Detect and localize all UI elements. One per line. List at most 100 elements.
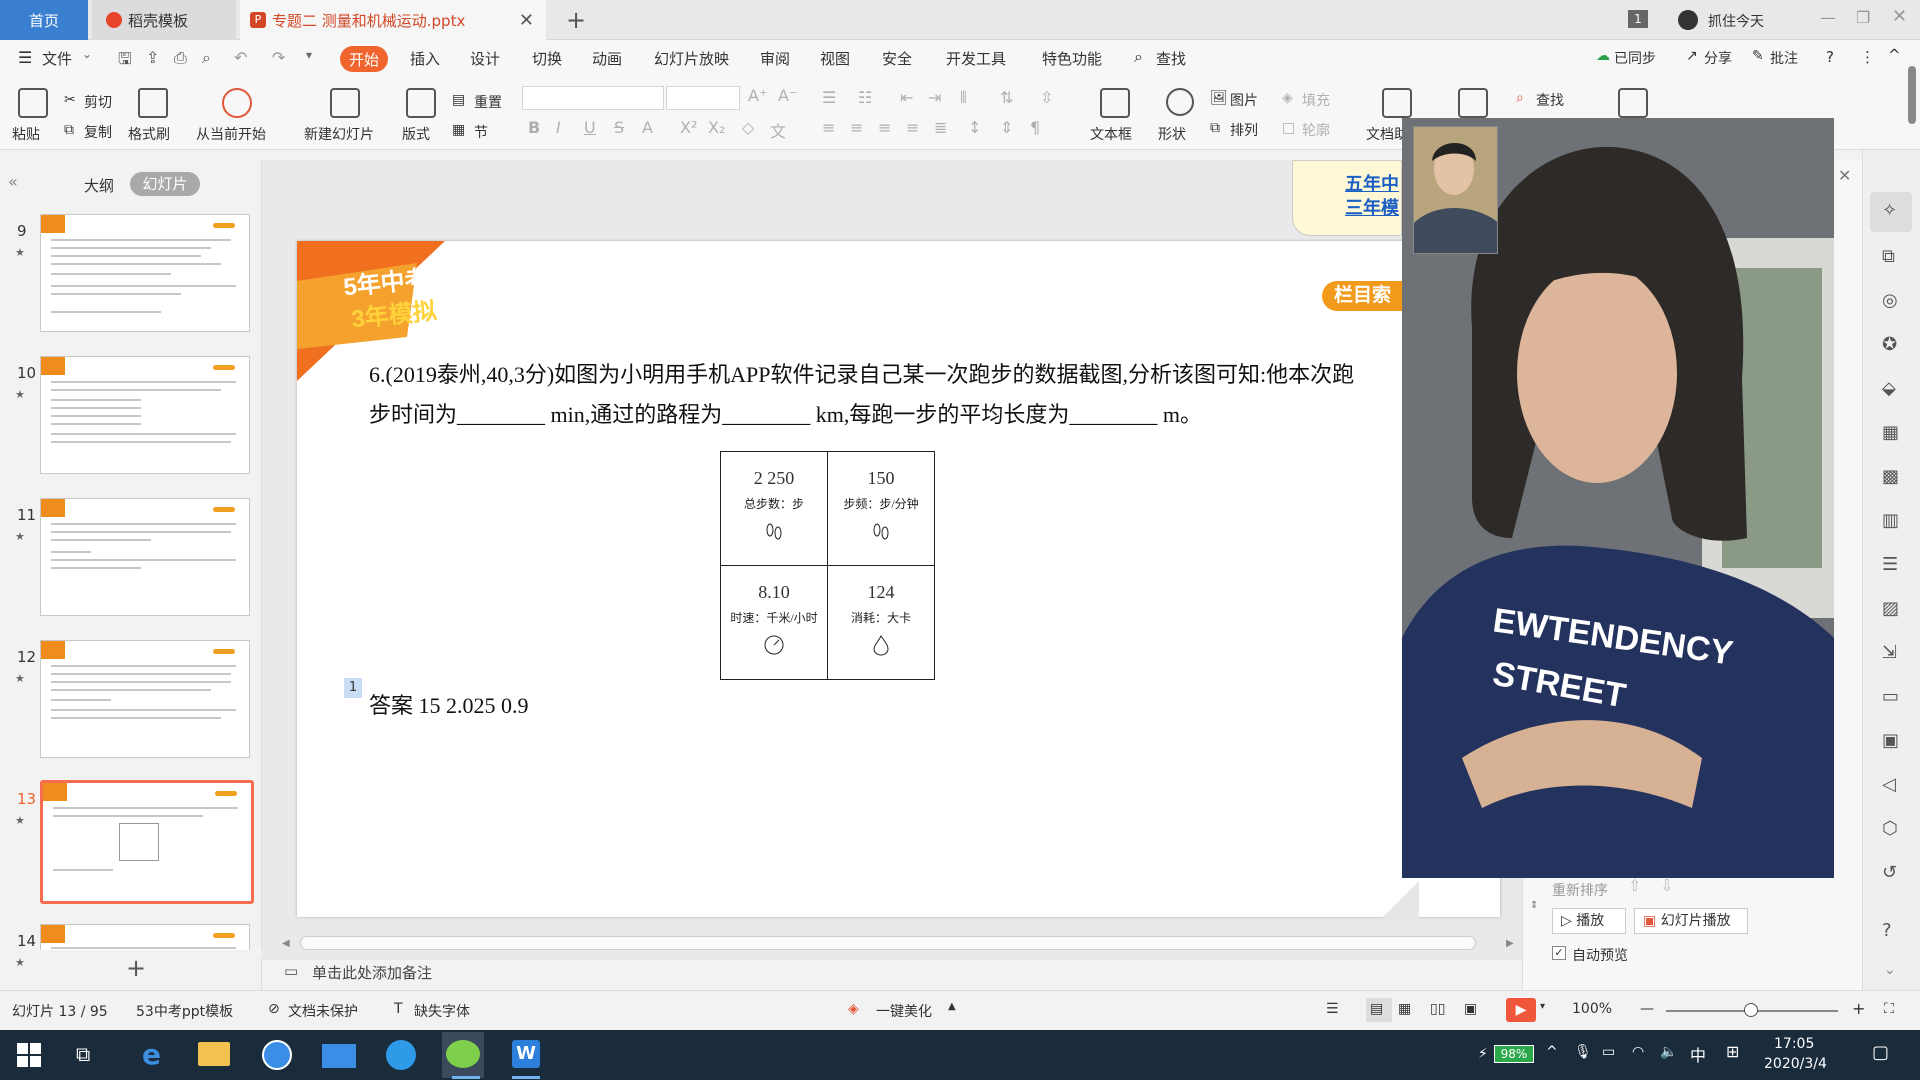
power-plug-icon[interactable]: ⚡ — [1478, 1046, 1488, 1062]
new-tab-button[interactable]: + — [566, 6, 586, 34]
replace-icon[interactable] — [1618, 88, 1648, 118]
format-painter-button[interactable]: 格式刷 — [128, 124, 170, 144]
play-icon[interactable] — [222, 88, 252, 118]
history-icon[interactable]: ↺ — [1882, 862, 1897, 883]
section-button[interactable]: 节 — [474, 122, 488, 142]
phonetic-icon[interactable]: 文 — [770, 118, 786, 142]
menu-special[interactable]: 特色功能 — [1042, 48, 1102, 69]
minimize-icon[interactable]: — — [1820, 8, 1836, 27]
shrink-font-icon[interactable]: A⁻ — [778, 86, 797, 105]
hamburger-icon[interactable]: ☰ — [18, 48, 32, 67]
protect-status[interactable]: 文档未保护 — [288, 1001, 358, 1021]
window-count-badge[interactable]: 1 — [1628, 10, 1648, 28]
beautify-chevron-icon[interactable]: ▲ — [948, 1001, 956, 1012]
move-up-icon[interactable]: ⇧ — [1628, 876, 1641, 895]
image-icon[interactable]: ▣ — [1882, 730, 1899, 751]
grid-icon[interactable]: ▩ — [1882, 466, 1899, 487]
new-slide-icon[interactable] — [330, 88, 360, 118]
section-index-badge[interactable]: 栏目索 — [1322, 281, 1412, 311]
paste-button[interactable]: 粘贴 — [12, 124, 40, 144]
zoom-out-icon[interactable]: — — [1640, 1001, 1654, 1017]
shield-icon[interactable]: ⬡ — [1882, 818, 1898, 839]
play-preview-button[interactable]: ▷ 播放 — [1552, 908, 1626, 934]
tray-chevron-icon[interactable]: ^ — [1546, 1044, 1558, 1060]
menu-insert[interactable]: 插入 — [410, 48, 440, 69]
mail-icon[interactable] — [322, 1044, 356, 1068]
menu-review[interactable]: 审阅 — [760, 48, 790, 69]
close-pane-icon[interactable]: ✕ — [1838, 166, 1851, 185]
new-slide-button[interactable]: 新建幻灯片 — [304, 124, 374, 144]
textbox-icon[interactable] — [1100, 88, 1130, 118]
find-icon[interactable]: ⌕ — [1516, 90, 1524, 106]
zoom-level[interactable]: 100% — [1572, 1001, 1612, 1017]
text-direction-icon[interactable]: ⇅ — [1000, 88, 1013, 107]
quick-access-chevron-icon[interactable]: ▾ — [306, 48, 312, 62]
shape-icon[interactable] — [1166, 88, 1194, 116]
edge-icon[interactable]: e — [142, 1038, 161, 1071]
share-button[interactable]: 分享 — [1704, 48, 1732, 68]
copy-icon[interactable]: ⧉ — [64, 122, 74, 138]
slide-switch-icon[interactable]: ⧉ — [1882, 246, 1895, 267]
menu-security[interactable]: 安全 — [882, 48, 912, 69]
align-center-icon[interactable]: ≡ — [850, 118, 863, 137]
file-explorer-icon[interactable] — [198, 1042, 230, 1066]
menu-developer[interactable]: 开发工具 — [946, 48, 1006, 69]
popup-link-line2[interactable]: 三年模 — [1345, 194, 1399, 220]
slide-thumb-10[interactable] — [40, 356, 250, 474]
picture-icon[interactable]: 🖼 — [1210, 90, 1228, 106]
notes-toggle-icon[interactable]: ☰ — [1326, 1001, 1339, 1017]
close-tab-icon[interactable]: ✕ — [519, 10, 534, 31]
paste-icon[interactable] — [18, 88, 48, 118]
help-circle-icon[interactable]: ? — [1882, 920, 1892, 941]
slide-thumb-9[interactable] — [40, 214, 250, 332]
menu-search[interactable]: 查找 — [1156, 48, 1186, 69]
clock-date[interactable]: 2020/3/4 — [1764, 1056, 1827, 1072]
align-left-icon[interactable]: ≡ — [822, 118, 835, 137]
outline-button[interactable]: 轮廓 — [1302, 120, 1330, 140]
paragraph-spacing-icon[interactable]: ⇕ — [1000, 118, 1013, 137]
paragraph-icon[interactable]: ¶ — [1030, 118, 1040, 137]
ime-indicator[interactable]: 中 — [1690, 1042, 1706, 1066]
picture-button[interactable]: 图片 — [1230, 90, 1258, 110]
picture-pane-icon[interactable]: ▨ — [1882, 598, 1899, 619]
menu-file[interactable]: 文件 — [42, 48, 72, 69]
subscript-icon[interactable]: X₂ — [708, 118, 725, 137]
cut-icon[interactable]: ✂ — [64, 92, 76, 108]
user-name[interactable]: 抓住今天 — [1708, 11, 1764, 31]
volume-icon[interactable]: 🔈 — [1660, 1044, 1677, 1060]
tab-document[interactable]: P 专题二 测量和机械运动.pptx ✕ — [240, 0, 546, 40]
reading-view-icon[interactable]: ▯▯ — [1430, 1001, 1445, 1017]
zoom-slider-handle[interactable] — [1744, 1003, 1758, 1017]
slide-thumb-12[interactable] — [40, 640, 250, 758]
shapes-pane-icon[interactable]: ◎ — [1882, 290, 1898, 311]
sorter-view-icon[interactable]: ▦ — [1398, 1001, 1411, 1017]
shape-button[interactable]: 形状 — [1158, 124, 1186, 144]
superscript-icon[interactable]: X² — [680, 118, 697, 137]
menu-slideshow[interactable]: 幻灯片放映 — [654, 48, 729, 69]
more-icon[interactable]: ⋮ — [1860, 48, 1875, 66]
fill-pane-icon[interactable]: ⬙ — [1882, 378, 1896, 399]
beautify-button[interactable]: 一键美化 — [876, 1001, 932, 1021]
fit-window-icon[interactable]: ⛶ — [1884, 1001, 1894, 1017]
collapse-panel-icon[interactable]: « — [8, 172, 18, 191]
font-size-select[interactable] — [666, 86, 740, 110]
tab-docer-templates[interactable]: 稻壳模板 — [92, 0, 236, 40]
font-color-icon[interactable]: A — [642, 118, 653, 137]
help-icon[interactable]: ? — [1826, 48, 1834, 66]
maximize-icon[interactable]: ❐ — [1856, 8, 1870, 27]
archive-icon[interactable]: ▭ — [1882, 686, 1899, 707]
add-slide-button[interactable]: + — [126, 954, 146, 982]
tab-slides[interactable]: 幻灯片 — [130, 172, 200, 196]
reset-icon[interactable]: ▤ — [452, 92, 465, 108]
italic-icon[interactable]: I — [556, 118, 561, 137]
collapse-ribbon-icon[interactable]: ^ — [1888, 46, 1901, 64]
print-icon[interactable]: ⎙ — [174, 48, 187, 68]
justify-icon[interactable]: ≡ — [906, 118, 919, 137]
template-name[interactable]: 53中考ppt模板 — [136, 1001, 233, 1021]
tab-home[interactable]: 首页 — [0, 0, 88, 40]
outline-icon[interactable]: □ — [1282, 120, 1295, 136]
clock-app-icon[interactable] — [262, 1040, 292, 1070]
bullets-icon[interactable]: ☰ — [822, 88, 836, 107]
slideshow-button[interactable]: ▣ 幻灯片播放 — [1634, 908, 1748, 934]
export-icon[interactable]: ⇪ — [146, 48, 159, 67]
